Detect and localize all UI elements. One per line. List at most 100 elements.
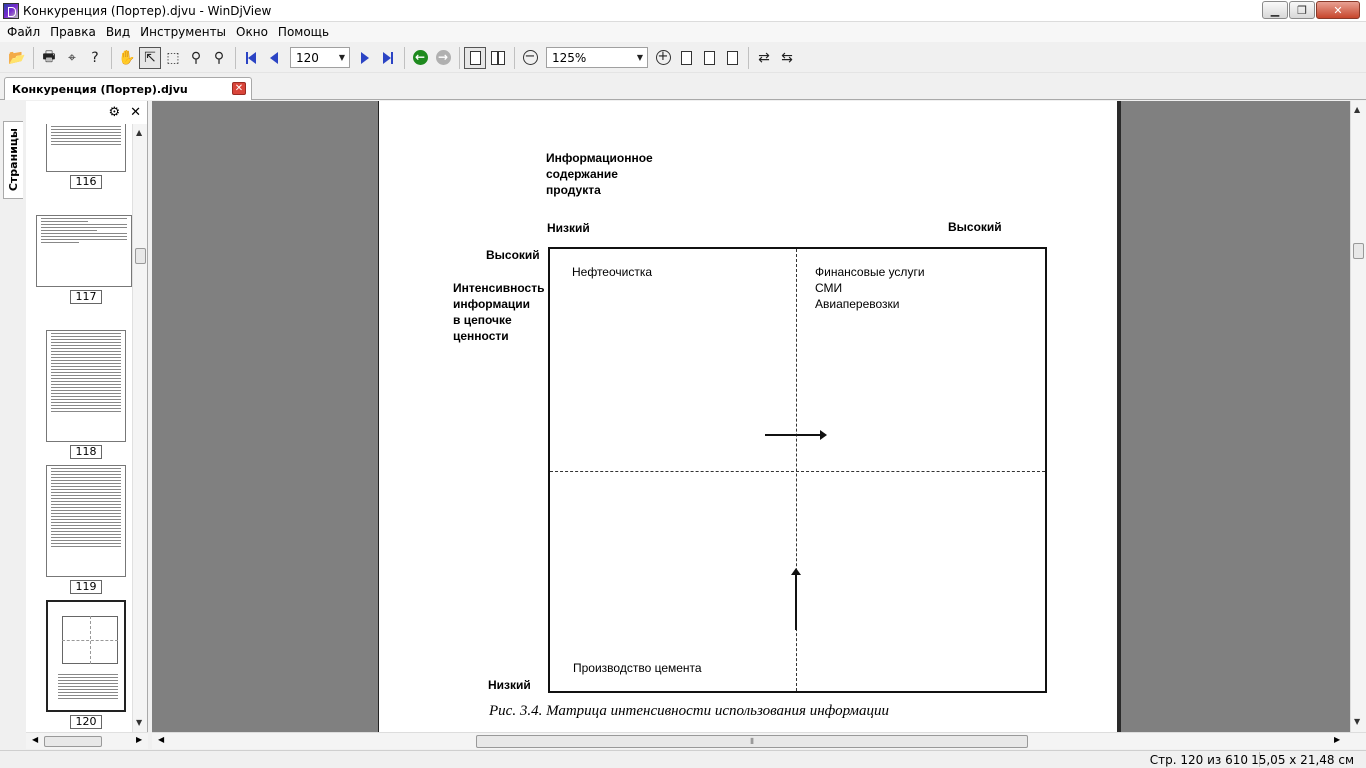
arrow-up-icon [791, 568, 801, 630]
chevron-down-icon: ▼ [338, 53, 345, 62]
zoom-in-icon[interactable]: + [652, 47, 674, 69]
row-axis-label-line2: информации [453, 297, 530, 311]
document-horizontal-scrollbar[interactable]: ◀ ⦀ ▶ [152, 732, 1366, 749]
prev-page-icon[interactable] [263, 47, 285, 69]
thumbnail-116[interactable] [46, 124, 126, 172]
fit-page-icon[interactable] [698, 47, 720, 69]
document-vertical-scrollbar[interactable]: ▲ ▼ [1350, 101, 1366, 732]
quadrant-top-right-item: Авиаперевозки [815, 297, 900, 311]
scroll-up-icon[interactable]: ▲ [136, 128, 142, 137]
back-icon[interactable]: ← [409, 47, 431, 69]
open-folder-icon[interactable]: 📂 [6, 47, 28, 69]
scroll-up-icon[interactable]: ▲ [1354, 105, 1360, 114]
scroll-down-icon[interactable]: ▼ [136, 718, 142, 727]
menu-help[interactable]: Помощь [273, 22, 334, 42]
thumbnail-119[interactable] [46, 465, 126, 577]
tab-pages[interactable]: Страницы [3, 121, 23, 199]
scroll-right-icon[interactable]: ▶ [1334, 735, 1340, 744]
axis-heading-line2: содержание [546, 167, 618, 181]
rotate-right-icon[interactable]: ⇆ [776, 47, 798, 69]
page-number-combo[interactable]: 120 ▼ [290, 47, 350, 68]
tab-strip: Конкуренция (Портер).djvu ✕ [0, 74, 1366, 100]
last-page-icon[interactable] [377, 47, 399, 69]
print-icon[interactable]: 🖶 [38, 47, 60, 69]
document-page: Информационное содержание продукта Низки… [378, 101, 1121, 732]
toolbar-separator [459, 46, 460, 69]
rotate-left-icon[interactable]: ⇄ [753, 47, 775, 69]
column-high-label: Высокий [948, 220, 1002, 234]
sidebar-hscroll-thumb[interactable] [44, 736, 102, 747]
select-tool-icon[interactable]: ⇱ [139, 46, 161, 69]
find-binoculars-icon[interactable]: ⌖ [61, 47, 83, 69]
sidebar-header: ⚙ ✕ [26, 101, 147, 124]
menu-file[interactable]: Файл [2, 22, 45, 42]
minimize-button[interactable]: ▁ [1262, 1, 1288, 19]
zoom-value: 125% [552, 50, 587, 65]
quadrant-top-right-item: Финансовые услуги [815, 265, 925, 279]
row-axis-label-line3: в цепочке [453, 313, 512, 327]
document-view[interactable]: Информационное содержание продукта Низки… [152, 101, 1350, 732]
hand-tool-icon[interactable]: ✋ [116, 47, 138, 69]
thumbnail-120[interactable] [46, 600, 126, 712]
tab-document[interactable]: Конкуренция (Портер).djvu ✕ [4, 77, 252, 100]
zoom-tool-icon[interactable]: ⚲ [185, 47, 207, 69]
sidebar-vertical-scrollbar[interactable]: ▲ ▼ [132, 124, 147, 732]
forward-icon[interactable]: → [432, 47, 454, 69]
thumbnail-label[interactable]: 116 [70, 175, 102, 189]
scroll-right-icon[interactable]: ▶ [136, 735, 142, 744]
fit-width-icon[interactable] [721, 47, 743, 69]
close-sidebar-icon[interactable]: ✕ [130, 105, 141, 120]
toolbar-separator [33, 46, 34, 69]
status-bar: Стр. 120 из 610 15,05 х 21,48 см [0, 750, 1366, 768]
thumbnail-list: 116 117 118 119 120 [26, 124, 132, 732]
first-page-icon[interactable] [240, 47, 262, 69]
next-page-icon[interactable] [354, 47, 376, 69]
close-tab-icon[interactable]: ✕ [232, 82, 246, 95]
thumbnail-sidebar: ⚙ ✕ 116 117 118 119 120 ▲ ▼ ◀ ▶ [26, 101, 148, 749]
zoom-rect-icon[interactable]: ⚲ [208, 47, 230, 69]
rect-select-icon[interactable]: ⬚ [162, 47, 184, 69]
maximize-button[interactable]: ❐ [1289, 1, 1315, 19]
window-controls: ▁ ❐ ✕ [1262, 1, 1360, 19]
axis-heading-line1: Информационное [546, 151, 653, 165]
document-hscroll-thumb[interactable]: ⦀ [476, 735, 1028, 748]
two-page-layout-icon[interactable] [487, 47, 509, 69]
single-page-layout-icon[interactable] [464, 46, 486, 69]
document-vscroll-thumb[interactable] [1353, 243, 1364, 259]
menu-window[interactable]: Окно [231, 22, 273, 42]
thumbnail-label[interactable]: 120 [70, 715, 102, 729]
toolbar: 📂 🖶 ⌖ ? ✋ ⇱ ⬚ ⚲ ⚲ 120 ▼ ← → − 125% ▼ + ⇄… [0, 43, 1366, 73]
row-axis-label-line4: ценности [453, 329, 509, 343]
row-low-label: Низкий [488, 678, 531, 692]
arrow-right-icon [765, 430, 827, 440]
thumbnail-label[interactable]: 119 [70, 580, 102, 594]
thumbnail-117[interactable] [36, 215, 132, 287]
toolbar-separator [748, 46, 749, 69]
help-icon[interactable]: ? [84, 47, 106, 69]
menu-view[interactable]: Вид [101, 22, 135, 42]
toolbar-separator [235, 46, 236, 69]
close-button[interactable]: ✕ [1316, 1, 1360, 19]
chevron-down-icon: ▼ [636, 53, 643, 62]
menu-edit[interactable]: Правка [45, 22, 101, 42]
thumbnail-label[interactable]: 117 [70, 290, 102, 304]
title-bar: Конкуренция (Портер).djvu - WinDjView ▁ … [0, 0, 1366, 22]
scroll-down-icon[interactable]: ▼ [1354, 717, 1360, 726]
status-page-size: 15,05 х 21,48 см [1251, 753, 1354, 767]
zoom-out-icon[interactable]: − [519, 47, 541, 69]
actual-size-icon[interactable] [675, 47, 697, 69]
settings-gear-icon[interactable]: ⚙ [108, 105, 120, 120]
menu-tools[interactable]: Инструменты [135, 22, 231, 42]
thumbnail-label[interactable]: 118 [70, 445, 102, 459]
thumbnail-118[interactable] [46, 330, 126, 442]
quadrant-bottom-left-item: Производство цемента [573, 661, 702, 675]
sidebar-scroll-thumb[interactable] [135, 248, 146, 264]
zoom-combo[interactable]: 125% ▼ [546, 47, 648, 68]
column-low-label: Низкий [547, 221, 590, 235]
toolbar-separator [514, 46, 515, 69]
quadrant-top-right-item: СМИ [815, 281, 843, 295]
sidebar-horizontal-scrollbar[interactable]: ◀ ▶ [26, 732, 148, 749]
scroll-left-icon[interactable]: ◀ [32, 735, 38, 744]
side-tab-area: Страницы [0, 101, 26, 749]
scroll-left-icon[interactable]: ◀ [158, 735, 164, 744]
